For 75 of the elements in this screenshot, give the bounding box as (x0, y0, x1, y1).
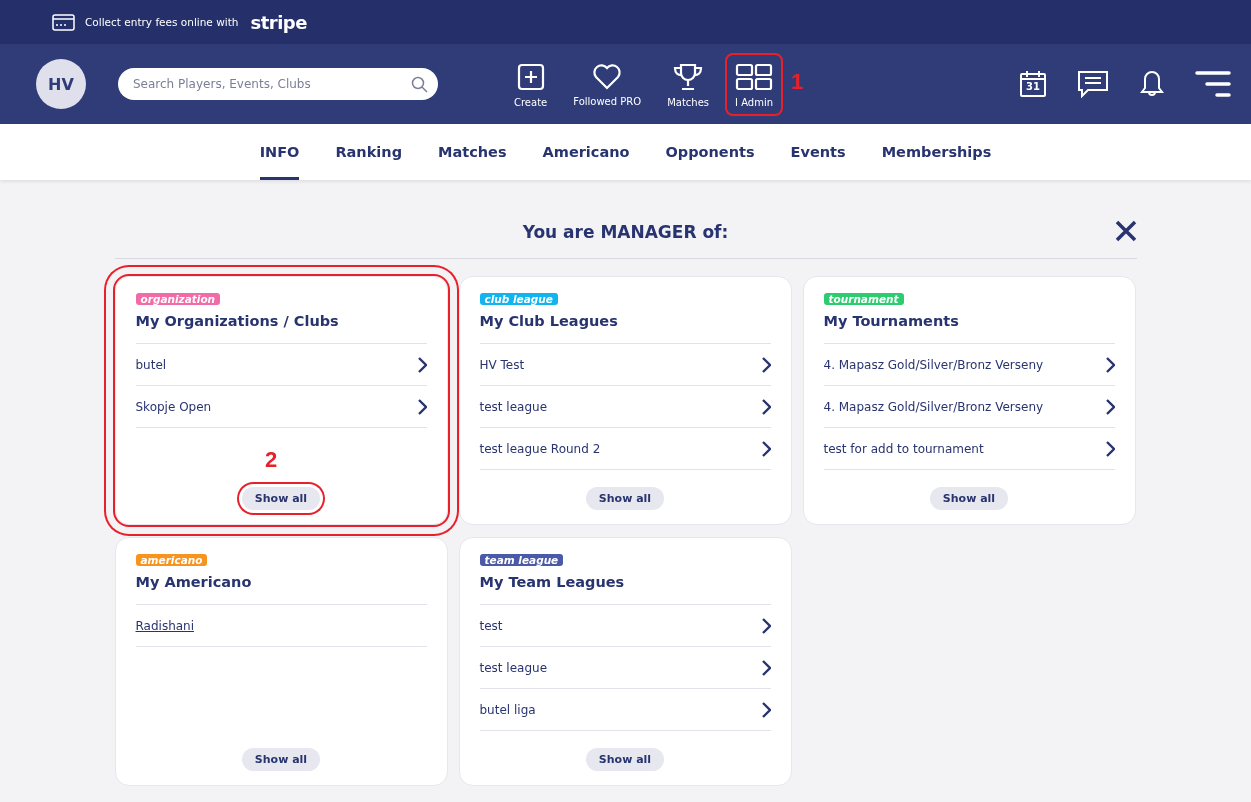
menu-icon[interactable] (1195, 71, 1231, 97)
category-tag: tournament (823, 293, 904, 305)
plus-square-icon (516, 62, 545, 91)
chat-icon[interactable] (1077, 70, 1109, 98)
item-link[interactable]: Radishani (135, 618, 195, 633)
chevron-right-icon (760, 617, 771, 634)
grid-icon (735, 62, 773, 91)
chevron-right-icon (416, 398, 427, 415)
item-label: butel (135, 357, 167, 372)
user-avatar[interactable]: HV (36, 59, 86, 109)
list-item[interactable]: butel (135, 343, 427, 385)
chevron-right-icon (760, 356, 771, 373)
list-item[interactable]: HV Test (479, 343, 771, 385)
chevron-right-icon (760, 398, 771, 415)
stripe-logo: stripe (250, 11, 307, 33)
chevron-right-icon (760, 701, 771, 718)
item-label: test league (479, 399, 548, 414)
search-field[interactable]: Search Players, Events, Clubs (118, 68, 438, 100)
chevron-right-icon (1104, 356, 1115, 373)
list-item[interactable]: test league (479, 646, 771, 688)
category-tag: club league (479, 293, 558, 305)
card-title: My Organizations / Clubs (135, 313, 340, 329)
tab[interactable]: Ranking (335, 124, 402, 180)
chevron-right-icon (760, 440, 771, 457)
category-tag: team league (479, 554, 564, 566)
annotation-number: 1 (791, 68, 804, 95)
list-item[interactable]: 4. Mapasz Gold/Silver/Bronz Verseny (823, 343, 1115, 385)
show-all-button[interactable]: Show all (585, 748, 665, 771)
item-label: HV Test (479, 357, 525, 372)
item-label: butel liga (479, 702, 536, 717)
annotation-number: 2 (265, 447, 278, 473)
item-label: 4. Mapasz Gold/Silver/Bronz Verseny (823, 399, 1044, 414)
tab[interactable]: Events (790, 124, 846, 180)
tab[interactable]: Memberships (881, 124, 992, 180)
heart-icon (592, 63, 623, 90)
show-all-button[interactable]: Show all (241, 748, 321, 771)
item-label: 4. Mapasz Gold/Silver/Bronz Verseny (823, 357, 1044, 372)
chevron-right-icon (1104, 440, 1115, 457)
calendar-icon[interactable]: 31 (1019, 70, 1047, 98)
list-item[interactable]: butel liga (479, 688, 771, 730)
card-title: My Team Leagues (479, 574, 626, 590)
show-all-button[interactable]: Show all (585, 487, 665, 510)
list-item[interactable]: test league (479, 385, 771, 427)
chevron-right-icon (1104, 398, 1115, 415)
category-tag: organization (135, 293, 221, 305)
item-label: test league Round 2 (479, 441, 601, 456)
list-item[interactable]: test for add to tournament (823, 427, 1115, 469)
card-title: My Club Leagues (479, 313, 619, 329)
chevron-right-icon (416, 356, 427, 373)
item-label: test league (479, 660, 548, 675)
chevron-right-icon (760, 659, 771, 676)
search-icon (411, 76, 428, 93)
nav-button[interactable]: Followed PRO (565, 55, 650, 113)
promo-text: Collect entry fees online with (85, 16, 239, 28)
tab[interactable]: INFO (259, 124, 300, 180)
bell-icon[interactable] (1139, 70, 1165, 98)
list-item[interactable]: Skopje Open (135, 385, 427, 427)
list-item[interactable]: 4. Mapasz Gold/Silver/Bronz Verseny (823, 385, 1115, 427)
section-title: You are MANAGER of: (522, 222, 729, 242)
tab[interactable]: Matches (438, 124, 507, 180)
category-tag: americano (135, 554, 208, 566)
credit-card-icon (52, 13, 75, 31)
tab[interactable]: Americano (542, 124, 630, 180)
list-item[interactable]: test league Round 2 (479, 427, 771, 469)
item-label: test (479, 618, 503, 633)
nav-button[interactable]: Create (506, 54, 556, 114)
tab[interactable]: Opponents (665, 124, 755, 180)
list-item[interactable]: test (479, 604, 771, 646)
nav-button[interactable]: Matches (659, 54, 717, 114)
item-label: test for add to tournament (823, 441, 984, 456)
card-title: My Tournaments (823, 313, 960, 329)
item-label: Skopje Open (135, 399, 212, 414)
card-title: My Americano (135, 574, 253, 590)
show-all-button[interactable]: Show all (929, 487, 1009, 510)
trophy-icon (672, 62, 705, 91)
